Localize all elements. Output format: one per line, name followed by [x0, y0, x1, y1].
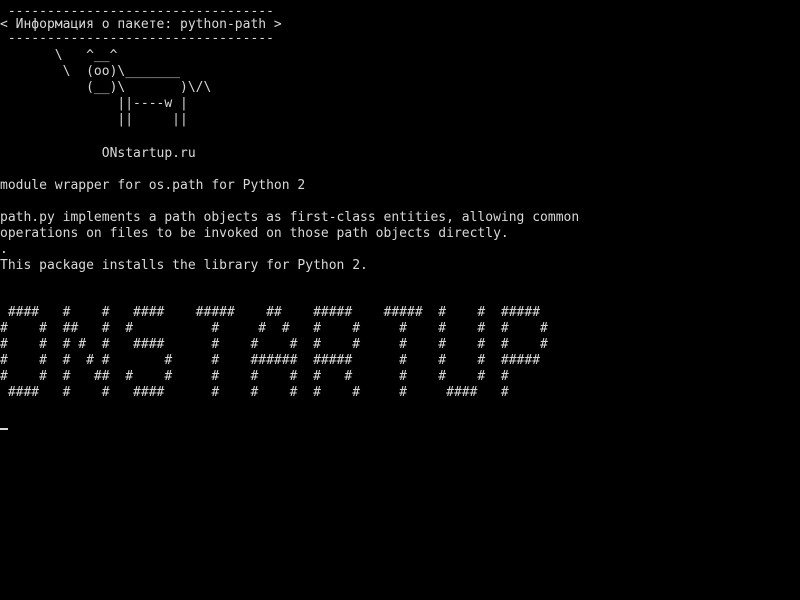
cow-ascii-art: \ ^__^ \ (oo)\_______ (__)\ )\/\ ||----w… [54, 48, 212, 127]
ascii-banner: #### # # #### ##### ## ##### ##### # # #… [0, 305, 548, 400]
package-summary: module wrapper for os.path for Python 2 [0, 178, 306, 193]
description-line: This package installs the library for Py… [0, 258, 368, 273]
speech-bubble-bottom-border: ---------------------------------- [0, 31, 274, 46]
description-line: path.py implements a path objects as fir… [0, 210, 580, 225]
description-line: operations on files to be invoked on tho… [0, 226, 509, 241]
terminal-screen: ---------------------------------- < Инф… [0, 0, 800, 600]
description-separator: . [0, 242, 8, 257]
terminal-cursor[interactable] [0, 428, 8, 430]
site-credit: ONstartup.ru [0, 146, 196, 161]
